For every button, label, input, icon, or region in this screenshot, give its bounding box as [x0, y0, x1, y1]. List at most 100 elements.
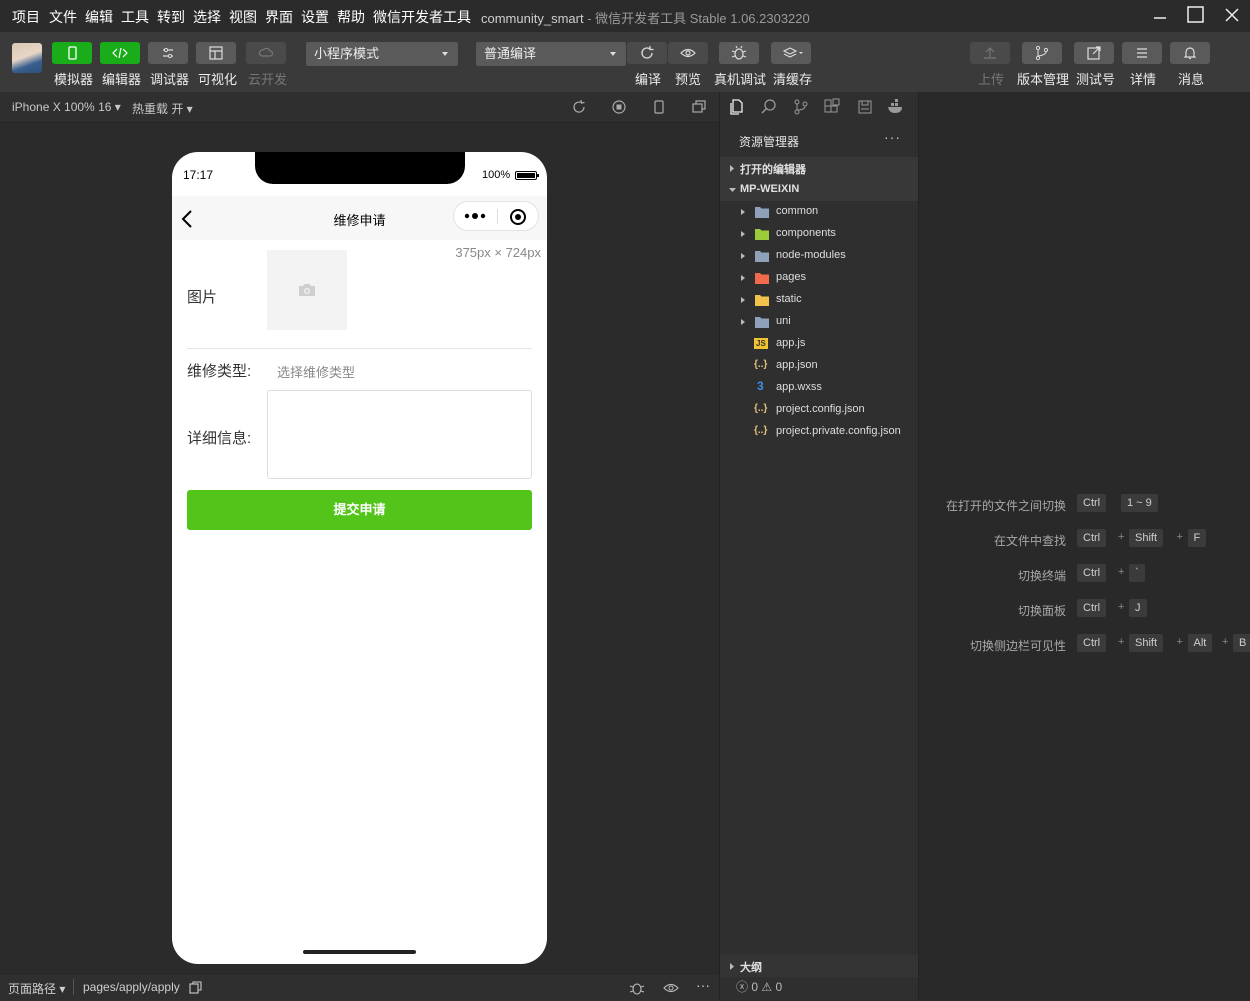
menu-tools[interactable]: 工具 [121, 7, 149, 27]
file-item[interactable]: JS app.js [720, 333, 918, 355]
preview-button[interactable] [668, 42, 708, 64]
more-options-icon[interactable]: ··· [696, 977, 710, 993]
file-name: pages [776, 271, 806, 283]
shortcut-label: 在打开的文件之间切换 [945, 499, 1066, 513]
menu-goto[interactable]: 转到 [157, 7, 185, 27]
folder-item[interactable]: uni [720, 311, 918, 333]
menu-interface[interactable]: 界面 [265, 7, 293, 27]
messages-button[interactable] [1170, 42, 1210, 64]
outline-section[interactable]: 大纲 [720, 955, 918, 977]
simulator-toggle-button[interactable] [52, 42, 92, 64]
menu-help[interactable]: 帮助 [337, 7, 365, 27]
cloud-dev-button[interactable] [246, 42, 286, 64]
key-cap: Ctrl [1077, 494, 1107, 512]
version-manage-button[interactable] [1022, 42, 1062, 64]
messages-label: 消息 [1178, 72, 1205, 87]
file-item[interactable]: 3 app.wxss [720, 377, 918, 399]
editor-toggle-button[interactable] [100, 42, 140, 64]
bug-icon [731, 45, 747, 60]
battery-icon [515, 171, 539, 180]
clear-cache-button[interactable] [771, 42, 811, 64]
files-icon[interactable] [728, 98, 746, 116]
more-dots-icon[interactable] [464, 211, 488, 221]
maximize-icon[interactable] [1184, 4, 1208, 26]
image-upload-picker[interactable] [267, 250, 347, 330]
shortcut-label: 切换终端 [1017, 569, 1066, 583]
json-icon: {..} [754, 425, 768, 436]
file-item[interactable]: {..} app.json [720, 355, 918, 377]
folder-item[interactable]: static [720, 289, 918, 311]
search-icon[interactable] [760, 98, 778, 116]
folder-item[interactable]: node-modules [720, 245, 918, 267]
hot-reload-toggle[interactable]: 热重载 开 ▾ [132, 100, 193, 117]
menu-settings[interactable]: 设置 [301, 7, 329, 27]
file-item[interactable]: {..} project.private.config.json [720, 421, 918, 443]
layers-icon [783, 47, 803, 58]
menu-wechat-devtools[interactable]: 微信开发者工具 [373, 7, 471, 27]
folder-item[interactable]: common [720, 201, 918, 223]
project-name: community_smart [481, 11, 584, 26]
menu-select[interactable]: 选择 [193, 7, 221, 27]
key-cap: ` [1129, 564, 1145, 582]
folder-item[interactable]: pages [720, 267, 918, 289]
mini-program-navbar: 维修申请 [172, 196, 547, 240]
key-cap: J [1129, 599, 1147, 617]
debugger-toggle-button[interactable] [148, 42, 188, 64]
menu-edit[interactable]: 编辑 [85, 7, 113, 27]
problems-counter[interactable]: ⓧ 0 ⚠ 0 [736, 978, 782, 995]
source-control-icon[interactable] [792, 98, 810, 116]
close-icon[interactable] [1220, 4, 1244, 26]
explorer-title: 资源管理器 [739, 135, 800, 149]
real-device-debug-button[interactable] [719, 42, 759, 64]
outline-label: 大纲 [740, 962, 762, 974]
test-account-button[interactable] [1074, 42, 1114, 64]
detach-window-icon[interactable] [691, 99, 707, 115]
rotate-icon[interactable] [571, 99, 587, 115]
phone-frame-icon[interactable] [651, 99, 667, 115]
menu-view[interactable]: 视图 [229, 7, 257, 27]
status-time: 17:17 [183, 168, 214, 182]
upload-button[interactable] [970, 42, 1010, 64]
shortcut-row: 在文件中查找 Ctrl + Shift + F [919, 529, 1250, 549]
project-section[interactable]: MP-WEIXIN [720, 179, 918, 201]
chevron-down-icon [610, 52, 616, 56]
user-avatar[interactable] [12, 43, 42, 73]
details-button[interactable] [1122, 42, 1162, 64]
shortcut-row: 切换面板 Ctrl + J [919, 599, 1250, 619]
extensions-icon[interactable] [823, 98, 841, 116]
open-editors-label: 打开的编辑器 [740, 164, 806, 176]
compile-button[interactable] [627, 42, 667, 64]
file-name: app.wxss [776, 381, 822, 393]
bug-icon[interactable] [629, 980, 645, 996]
visualize-toggle-button[interactable] [196, 42, 236, 64]
detail-info-textarea[interactable] [267, 390, 532, 479]
open-editors-section[interactable]: 打开的编辑器 [720, 157, 918, 179]
menu-project[interactable]: 项目 [12, 7, 40, 27]
minimize-icon[interactable] [1148, 4, 1172, 26]
capsule-divider [497, 209, 498, 224]
compile-mode-select[interactable]: 普通编译 [476, 42, 626, 66]
page-path-dropdown[interactable]: 页面路径 ▾ [8, 980, 65, 997]
eye-icon[interactable] [663, 981, 679, 995]
eye-icon [680, 48, 696, 58]
compile-label: 编译 [635, 72, 662, 87]
more-options-icon[interactable]: ··· [884, 129, 901, 145]
error-count: 0 [751, 980, 759, 994]
menu-file[interactable]: 文件 [49, 7, 77, 27]
copy-icon[interactable] [189, 981, 202, 994]
folder-icon [755, 207, 769, 218]
mode-select[interactable]: 小程序模式 [306, 42, 458, 66]
storage-icon[interactable] [856, 98, 874, 116]
file-item[interactable]: {..} project.config.json [720, 399, 918, 421]
folder-item[interactable]: components [720, 223, 918, 245]
docker-icon[interactable] [887, 98, 905, 116]
key-cap: Ctrl [1077, 599, 1107, 617]
submit-application-button[interactable]: 提交申请 [187, 490, 532, 530]
stop-icon[interactable] [611, 99, 627, 115]
capsule-menu [453, 201, 539, 231]
device-select[interactable]: iPhone X 100% 16 ▾ [12, 100, 121, 114]
repair-type-picker[interactable]: 选择维修类型 [277, 362, 355, 381]
close-mini-program-icon[interactable] [509, 208, 527, 226]
divider [187, 348, 532, 349]
phone-notch [255, 152, 465, 184]
